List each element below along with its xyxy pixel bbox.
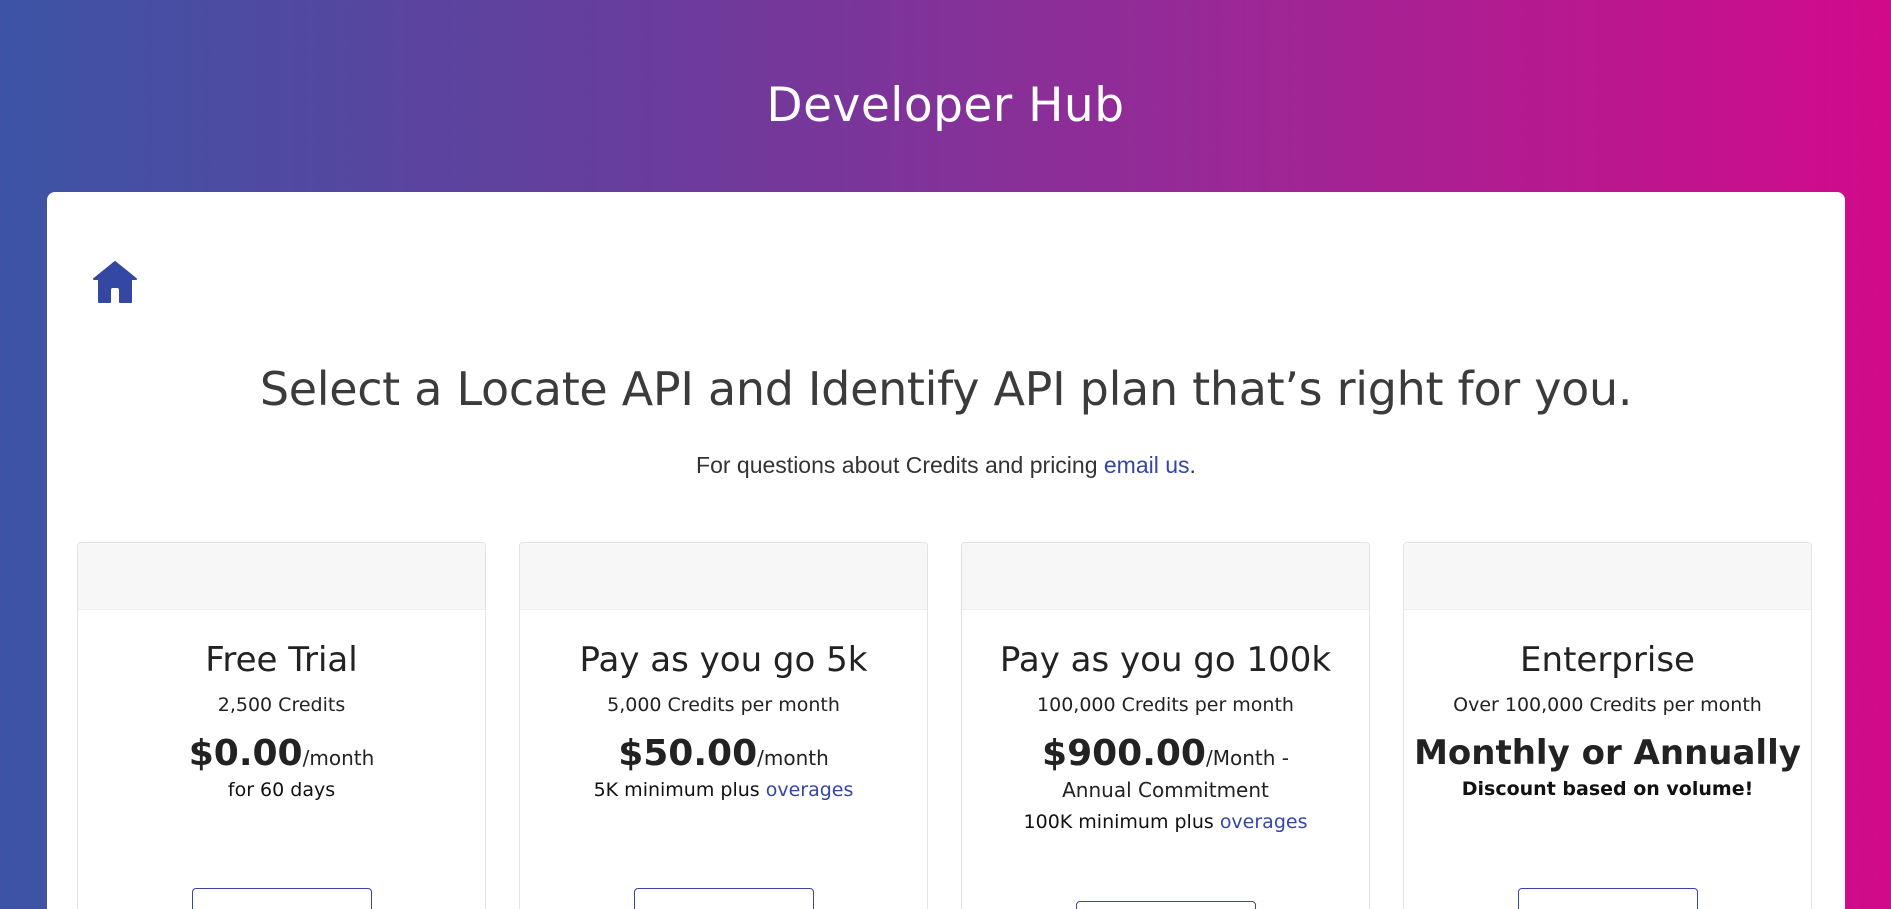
plan-title: Free Trial (205, 640, 358, 680)
plan-note: for 60 days (227, 779, 336, 801)
plan-price: $50.00/month (520, 736, 927, 775)
plan-price-amount: $0.00 (188, 733, 303, 774)
plan-price-amount: $50.00 (618, 733, 758, 774)
plan-note: Discount based on volume! (1461, 778, 1754, 800)
home-link[interactable] (91, 258, 139, 306)
email-us-link[interactable]: email us (1104, 452, 1190, 478)
plan-note-text: 100K minimum plus (1023, 811, 1220, 833)
plan-price-amount: $900.00 (1042, 733, 1206, 774)
contact-sales-button[interactable] (1517, 888, 1698, 909)
plan-card-header (78, 543, 485, 610)
select-plan-button[interactable] (633, 888, 814, 909)
plan-price: $0.00/month (78, 736, 485, 775)
plan-title: Pay as you go 100k (999, 640, 1332, 680)
plan-note-text: 5K minimum plus (593, 779, 766, 801)
plan-cards: Free Trial 2,500 Credits $0.00/month for… (77, 542, 1818, 909)
plan-price-period: /month (757, 746, 829, 770)
plan-title: Enterprise (1520, 640, 1695, 680)
plan-card-header (520, 543, 927, 610)
plan-price: Monthly or Annually (1404, 736, 1811, 774)
plan-billing-headline: Monthly or Annually (1414, 733, 1801, 773)
plan-credits: Over 100,000 Credits per month (1453, 694, 1762, 716)
select-plan-button[interactable] (191, 888, 372, 909)
plan-card-free-trial: Free Trial 2,500 Credits $0.00/month for… (77, 542, 486, 909)
main-content-card: Select a Locate API and Identify API pla… (47, 192, 1845, 909)
plan-price-period: /month (302, 746, 375, 770)
plan-note: 5K minimum plus overages (520, 775, 927, 805)
page-title: Developer Hub (766, 78, 1125, 133)
pricing-questions-text: For questions about Credits and pricing … (47, 452, 1845, 479)
plan-card-payg-5k: Pay as you go 5k 5,000 Credits per month… (519, 542, 928, 909)
overages-link[interactable]: overages (1220, 811, 1308, 833)
plan-card-header (1404, 543, 1811, 610)
plan-title: Pay as you go 5k (579, 640, 868, 680)
home-icon (93, 261, 137, 303)
plan-credits: 2,500 Credits (217, 694, 346, 716)
plan-note: 100K minimum plus overages (962, 807, 1369, 837)
plan-heading: Select a Locate API and Identify API pla… (259, 362, 1633, 416)
plan-credits: 5,000 Credits per month (607, 694, 840, 716)
plan-price: $900.00/Month - Annual Commitment (962, 736, 1369, 807)
pricing-questions-label: For questions about Credits and pricing (696, 452, 1104, 478)
plan-card-payg-100k: Pay as you go 100k 100,000 Credits per m… (961, 542, 1370, 909)
plan-card-enterprise: Enterprise Over 100,000 Credits per mont… (1403, 542, 1812, 909)
select-plan-button[interactable] (1075, 901, 1256, 909)
plan-card-header (962, 543, 1369, 610)
plan-credits: 100,000 Credits per month (1037, 694, 1294, 716)
pricing-questions-end: . (1189, 452, 1196, 478)
overages-link[interactable]: overages (766, 779, 854, 801)
